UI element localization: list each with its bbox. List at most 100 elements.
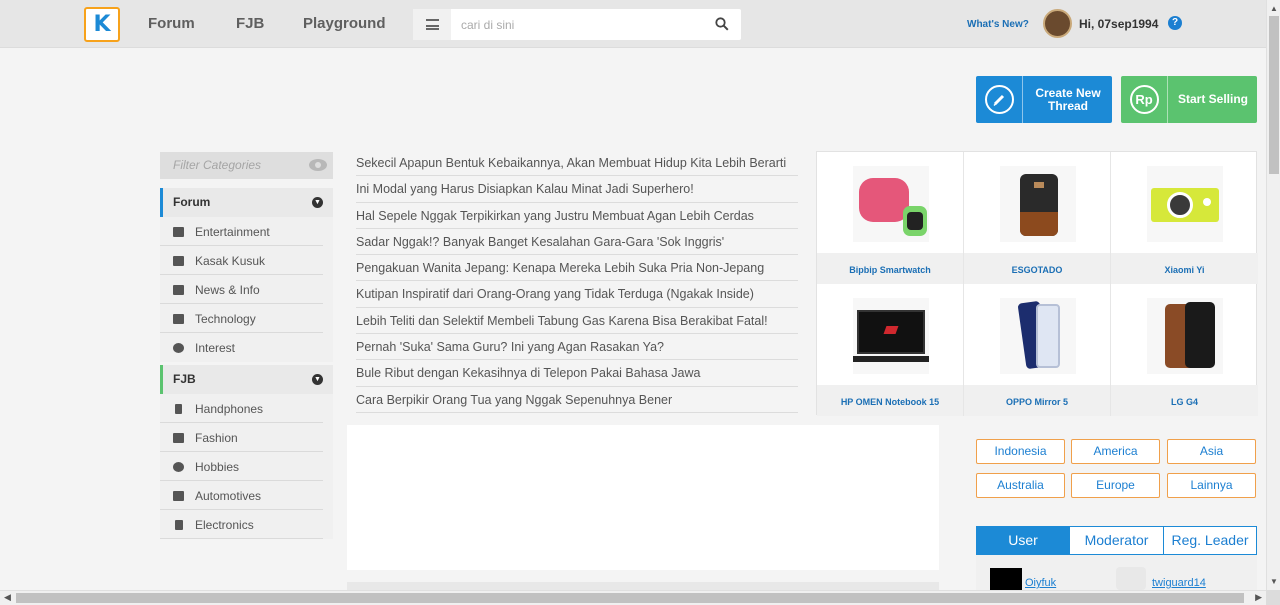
scroll-down-icon[interactable]: ▼ <box>1270 577 1278 586</box>
sidebar-item-automotives[interactable]: Automotives <box>160 481 323 510</box>
product-image <box>1000 298 1076 374</box>
product-name: Xiaomi Yi <box>1111 253 1258 284</box>
whats-new-link[interactable]: What's New? <box>967 19 1029 30</box>
thread-link[interactable]: Sadar Nggak!? Banyak Banget Kesalahan Ga… <box>356 229 798 256</box>
product-card[interactable]: Xiaomi Yi <box>1111 152 1258 284</box>
search-input[interactable] <box>461 15 701 35</box>
search-icon[interactable] <box>715 17 729 31</box>
scroll-right-icon[interactable]: ▶ <box>1255 592 1262 603</box>
avatar[interactable] <box>990 568 1022 590</box>
category-header-forum[interactable]: Forum ▼ <box>160 188 333 217</box>
sidebar-item-fashion[interactable]: Fashion <box>160 423 323 452</box>
scrollbar-thumb[interactable] <box>1269 16 1279 174</box>
product-image <box>1147 298 1223 374</box>
scroll-up-icon[interactable]: ▲ <box>1270 4 1278 13</box>
create-thread-button[interactable]: Create New Thread <box>976 76 1112 123</box>
thread-link[interactable]: Lebih Teliti dan Selektif Membeli Tabung… <box>356 308 798 335</box>
product-name: OPPO Mirror 5 <box>964 385 1110 416</box>
forum-category-list: Entertainment Kasak Kusuk News & Info Te… <box>160 217 333 362</box>
product-name: HP OMEN Notebook 15 <box>817 385 963 416</box>
pencil-icon <box>984 85 1014 114</box>
user-role-tabs: User Moderator Reg. Leader <box>976 526 1257 560</box>
vertical-scrollbar[interactable]: ▲ ▼ <box>1266 0 1280 590</box>
sidebar-item-label: Fashion <box>195 431 238 445</box>
sidebar-item-kasak-kusuk[interactable]: Kasak Kusuk <box>160 246 323 275</box>
category-header-fjb[interactable]: FJB ▼ <box>160 365 333 394</box>
product-card[interactable]: Bipbip Smartwatch <box>817 152 964 284</box>
product-name: LG G4 <box>1111 385 1258 416</box>
nav-playground[interactable]: Playground <box>303 15 386 32</box>
region-europe[interactable]: Europe <box>1071 473 1160 498</box>
sidebar-item-label: Hobbies <box>195 460 240 474</box>
region-indonesia[interactable]: Indonesia <box>976 439 1065 464</box>
rupiah-icon: Rp <box>1129 85 1159 114</box>
top-navbar: K Forum FJB Playground What's New? Hi, 0… <box>0 0 1266 48</box>
rupiah-icon-wrap: Rp <box>1121 76 1168 123</box>
avatar[interactable] <box>1043 9 1072 38</box>
thread-link[interactable]: Bule Ribut dengan Kekasihnya di Telepon … <box>356 360 798 387</box>
sidebar-item-technology[interactable]: Technology <box>160 304 323 333</box>
thread-link[interactable]: Ini Modal yang Harus Disiapkan Kalau Min… <box>356 176 798 203</box>
chevron-down-icon[interactable]: ▼ <box>312 197 323 208</box>
sidebar-item-news-info[interactable]: News & Info <box>160 275 323 304</box>
sidebar-item-electronics[interactable]: Electronics <box>160 510 323 539</box>
scrollbar-thumb[interactable] <box>16 593 1244 603</box>
product-image <box>853 298 929 374</box>
tab-reg-leader[interactable]: Reg. Leader <box>1163 526 1257 555</box>
briefcase-icon <box>173 285 184 295</box>
start-selling-label: Start Selling <box>1177 92 1248 107</box>
nav-forum[interactable]: Forum <box>148 15 195 32</box>
product-card[interactable]: ESGOTADO <box>964 152 1111 284</box>
thread-link[interactable]: Hal Sepele Nggak Terpikirkan yang Justru… <box>356 203 798 229</box>
product-image <box>1000 166 1076 242</box>
user-greeting[interactable]: Hi, 07sep1994 <box>1079 17 1158 31</box>
electronics-icon <box>175 520 183 530</box>
sidebar-item-handphones[interactable]: Handphones <box>160 394 323 423</box>
product-name: ESGOTADO <box>964 253 1110 284</box>
horizontal-scrollbar[interactable]: ◀ ▶ <box>0 590 1266 605</box>
product-card[interactable]: LG G4 <box>1111 284 1258 416</box>
sidebar-item-label: Technology <box>195 312 256 326</box>
chevron-down-icon[interactable]: ▼ <box>312 374 323 385</box>
sidebar-item-entertainment[interactable]: Entertainment <box>160 217 323 246</box>
user-list: Oiyfuk twiguard14 <box>976 555 1257 590</box>
hot-thread-list: Sekecil Apapun Bentuk Kebaikannya, Akan … <box>356 150 798 413</box>
thread-link[interactable]: Cara Berpikir Orang Tua yang Nggak Sepen… <box>356 387 798 413</box>
region-australia[interactable]: Australia <box>976 473 1065 498</box>
help-icon[interactable]: ? <box>1168 16 1182 30</box>
sidebar-item-label: Kasak Kusuk <box>195 254 266 268</box>
product-card[interactable]: HP OMEN Notebook 15 <box>817 284 964 416</box>
nav-fjb[interactable]: FJB <box>236 15 264 32</box>
sidebar-item-interest[interactable]: Interest <box>160 333 323 362</box>
region-asia[interactable]: Asia <box>1167 439 1256 464</box>
logo-letter: K <box>93 11 111 37</box>
hamburger-icon <box>425 19 439 30</box>
user-link[interactable]: twiguard14 <box>1152 577 1206 589</box>
region-lainnya[interactable]: Lainnya <box>1167 473 1256 498</box>
menu-button[interactable] <box>413 9 451 40</box>
kaskus-logo[interactable]: K <box>84 7 120 42</box>
interest-icon <box>173 343 184 353</box>
sidebar-item-hobbies[interactable]: Hobbies <box>160 452 323 481</box>
avatar[interactable] <box>1116 567 1146 590</box>
ad-banner-area <box>347 425 939 570</box>
start-selling-button[interactable]: Rp Start Selling <box>1121 76 1257 123</box>
hobbies-icon <box>173 462 184 472</box>
thread-link[interactable]: Pengakuan Wanita Jepang: Kenapa Mereka L… <box>356 255 798 282</box>
user-link[interactable]: Oiyfuk <box>1025 577 1056 589</box>
search-bar <box>413 9 741 40</box>
thread-link[interactable]: Sekecil Apapun Bentuk Kebaikannya, Akan … <box>356 150 798 177</box>
product-card[interactable]: OPPO Mirror 5 <box>964 284 1111 416</box>
tab-moderator[interactable]: Moderator <box>1069 526 1164 555</box>
filter-categories-input[interactable]: Filter Categories <box>160 152 333 179</box>
product-grid: Bipbip Smartwatch ESGOTADO Xiaomi Yi HP … <box>816 151 1258 416</box>
thread-link[interactable]: Kutipan Inspiratif dari Orang-Orang yang… <box>356 281 798 308</box>
tab-user[interactable]: User <box>976 526 1070 560</box>
sidebar-item-label: Entertainment <box>195 225 270 239</box>
fashion-icon <box>173 433 184 443</box>
thread-link[interactable]: Pernah 'Suka' Sama Guru? Ini yang Agan R… <box>356 334 798 361</box>
eye-icon[interactable] <box>309 159 327 171</box>
region-america[interactable]: America <box>1071 439 1160 464</box>
fjb-category-list: Handphones Fashion Hobbies Automotives E… <box>160 394 333 539</box>
scroll-left-icon[interactable]: ◀ <box>4 592 11 603</box>
